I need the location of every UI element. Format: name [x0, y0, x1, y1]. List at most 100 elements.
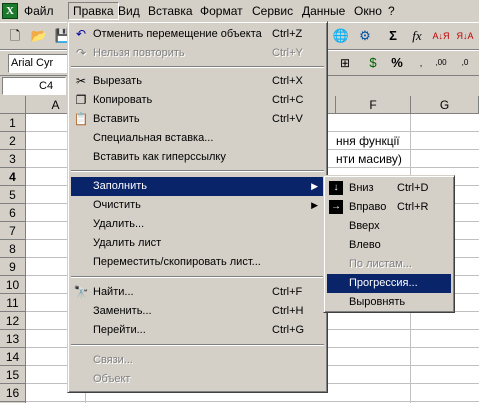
row-header[interactable]: 1: [0, 114, 26, 132]
submenu-item-fill-down[interactable]: ↓ Вниз Ctrl+D: [327, 179, 451, 198]
row-header[interactable]: 7: [0, 222, 26, 240]
row-header[interactable]: 14: [0, 348, 26, 366]
submenu-item-fill-left[interactable]: Влево: [327, 236, 451, 255]
menu-separator: [71, 344, 324, 346]
row-header[interactable]: 6: [0, 204, 26, 222]
menu-item-shortcut: Ctrl+G: [272, 324, 305, 336]
menu-item-label: Копировать: [93, 94, 153, 106]
submenu-item-fill-up[interactable]: Вверх: [327, 217, 451, 236]
menu-data[interactable]: Данные: [298, 2, 349, 20]
decrease-decimal-icon[interactable]: ,0: [454, 52, 476, 74]
menu-item-paste[interactable]: 📋 Вставить Ctrl+V: [71, 110, 324, 129]
binoculars-icon: 🔭: [73, 285, 89, 299]
submenu-item-series[interactable]: Прогрессия...: [327, 274, 451, 293]
currency-style-icon[interactable]: $: [362, 52, 384, 74]
row-header[interactable]: 9: [0, 258, 26, 276]
menu-item-label: Выровнять: [349, 296, 406, 308]
menu-item-label: Вверх: [349, 220, 380, 232]
row-header[interactable]: 8: [0, 240, 26, 258]
menu-item-label: Найти...: [93, 286, 134, 298]
menu-item-clear[interactable]: Очистить ▶: [71, 196, 324, 215]
open-folder-icon[interactable]: 📂: [28, 25, 50, 47]
menu-item-shortcut: Ctrl+R: [397, 201, 429, 213]
new-document-icon[interactable]: 🗋: [4, 25, 26, 47]
menu-item-label: Вниз: [349, 182, 374, 194]
menu-window[interactable]: Окно: [350, 2, 386, 20]
menu-separator: [71, 170, 324, 172]
name-box[interactable]: C4: [2, 77, 66, 95]
submenu-arrow-icon: ▶: [311, 200, 318, 210]
menu-item-fill[interactable]: Заполнить ▶: [71, 177, 324, 196]
row-header[interactable]: 15: [0, 366, 26, 384]
insert-hyperlink-icon[interactable]: 🌐: [330, 25, 352, 47]
menu-item-label: Удалить...: [93, 218, 145, 230]
menu-item-label: Вставить: [93, 113, 140, 125]
menu-edit[interactable]: Правка: [68, 2, 119, 20]
menu-item-undo[interactable]: ↶ Отменить перемещение объекта Ctrl+Z: [71, 25, 324, 44]
menu-item-redo[interactable]: ↷ Нельзя повторить Ctrl+Y: [71, 44, 324, 63]
menu-view[interactable]: Вид: [114, 2, 144, 20]
menu-insert[interactable]: Вставка: [144, 2, 197, 20]
menu-format[interactable]: Формат: [196, 2, 247, 20]
menu-item-label: Прогрессия...: [349, 277, 418, 289]
menu-file[interactable]: Файл: [20, 2, 58, 20]
row-header[interactable]: 5: [0, 186, 26, 204]
merge-center-icon[interactable]: ⊞: [334, 52, 356, 74]
web-toolbar-icon[interactable]: ⚙: [354, 25, 376, 47]
menu-item-paste-hyperlink[interactable]: Вставить как гиперссылку: [71, 148, 324, 167]
column-header-f[interactable]: F: [336, 96, 411, 114]
fill-submenu: ↓ Вниз Ctrl+D → Вправо Ctrl+R Вверх Влев…: [323, 175, 455, 313]
sort-descending-icon[interactable]: Я↓А: [454, 25, 476, 47]
sort-ascending-icon[interactable]: А↓Я: [430, 25, 452, 47]
autosum-icon[interactable]: Σ: [382, 25, 404, 47]
menu-item-delete-sheet[interactable]: Удалить лист: [71, 234, 324, 253]
menu-item-shortcut: Ctrl+V: [272, 113, 303, 125]
menu-item-label: Отменить перемещение объекта: [93, 28, 262, 40]
column-header-g[interactable]: G: [411, 96, 479, 114]
cell-text: ння функції: [336, 134, 400, 148]
menu-item-find[interactable]: 🔭 Найти... Ctrl+F: [71, 283, 324, 302]
row-header[interactable]: 3: [0, 150, 26, 168]
arrow-right-icon: →: [329, 200, 343, 214]
submenu-item-justify[interactable]: Выровнять: [327, 293, 451, 312]
menu-tools[interactable]: Сервис: [248, 2, 297, 20]
increase-decimal-icon[interactable]: ,00: [430, 52, 452, 74]
row-header-selected[interactable]: 4: [0, 168, 26, 186]
copy-icon: ❐: [75, 93, 87, 107]
submenu-item-across-sheets[interactable]: По листам...: [327, 255, 451, 274]
row-header[interactable]: 2: [0, 132, 26, 150]
function-wizard-icon[interactable]: fx: [406, 25, 428, 47]
menu-item-move-copy-sheet[interactable]: Переместить/скопировать лист...: [71, 253, 324, 272]
row-header[interactable]: 10: [0, 276, 26, 294]
menu-item-paste-special[interactable]: Специальная вставка...: [71, 129, 324, 148]
select-all-corner[interactable]: [0, 96, 26, 114]
menu-separator: [71, 66, 324, 68]
submenu-item-fill-right[interactable]: → Вправо Ctrl+R: [327, 198, 451, 217]
menu-item-goto[interactable]: Перейти... Ctrl+G: [71, 321, 324, 340]
menu-item-shortcut: Ctrl+H: [272, 305, 304, 317]
excel-app-icon[interactable]: X: [2, 3, 18, 19]
menu-item-cut[interactable]: ✂ Вырезать Ctrl+X: [71, 72, 324, 91]
menu-item-label: Специальная вставка...: [93, 132, 214, 144]
menu-item-shortcut: Ctrl+Y: [272, 47, 303, 59]
menu-item-object[interactable]: Объект: [71, 370, 324, 389]
menu-item-shortcut: Ctrl+F: [272, 286, 303, 298]
scissors-icon: ✂: [75, 74, 87, 88]
menu-item-shortcut: Ctrl+X: [272, 75, 303, 87]
comma-style-icon[interactable]: ,: [410, 52, 432, 74]
row-header[interactable]: 13: [0, 330, 26, 348]
percent-style-icon[interactable]: %: [386, 52, 408, 74]
menu-item-delete[interactable]: Удалить...: [71, 215, 324, 234]
menu-item-copy[interactable]: ❐ Копировать Ctrl+C: [71, 91, 324, 110]
row-header[interactable]: 11: [0, 294, 26, 312]
menu-item-links[interactable]: Связи...: [71, 351, 324, 370]
menu-help[interactable]: ?: [384, 2, 399, 20]
edit-menu-dropdown: ↶ Отменить перемещение объекта Ctrl+Z ↷ …: [67, 21, 328, 393]
clipboard-icon: 📋: [73, 112, 89, 126]
row-header[interactable]: 12: [0, 312, 26, 330]
menu-item-shortcut: Ctrl+C: [272, 94, 304, 106]
row-header[interactable]: 16: [0, 384, 26, 402]
font-name-select[interactable]: Arial Cyr: [8, 54, 68, 73]
menu-item-label: Нельзя повторить: [93, 47, 185, 59]
menu-item-replace[interactable]: Заменить... Ctrl+H: [71, 302, 324, 321]
